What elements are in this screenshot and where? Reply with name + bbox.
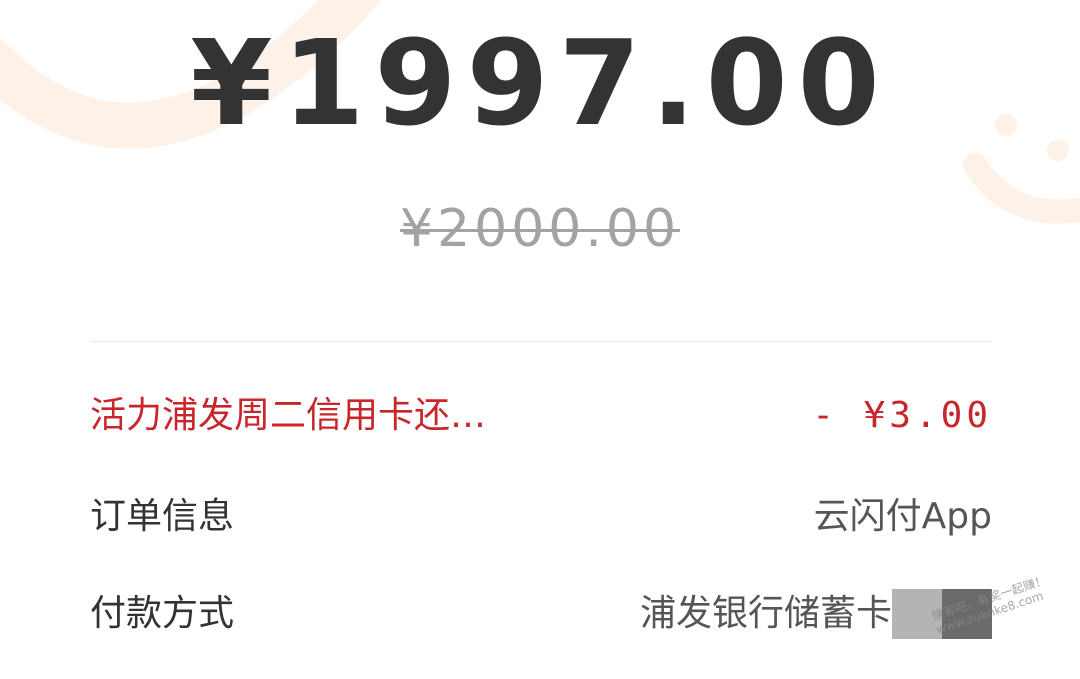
payment-method-row[interactable]: 付款方式 浦发银行储蓄卡	[90, 586, 992, 642]
discount-label: 活力浦发周二信用卡还…	[90, 395, 487, 436]
order-info-label: 订单信息	[90, 496, 235, 537]
payment-method-text: 浦发银行储蓄卡	[639, 593, 892, 634]
original-amount: ¥2000.00	[399, 199, 681, 259]
discount-row[interactable]: 活力浦发周二信用卡还… - ¥3.00	[90, 388, 992, 444]
payment-amount: ¥1997.00	[190, 14, 890, 152]
discount-value: - ¥3.00	[812, 395, 992, 436]
payment-method-label: 付款方式	[90, 593, 235, 634]
order-info-row: 订单信息 云闪付App	[90, 489, 992, 545]
divider	[90, 341, 992, 342]
order-info-value: 云闪付App	[813, 496, 992, 537]
